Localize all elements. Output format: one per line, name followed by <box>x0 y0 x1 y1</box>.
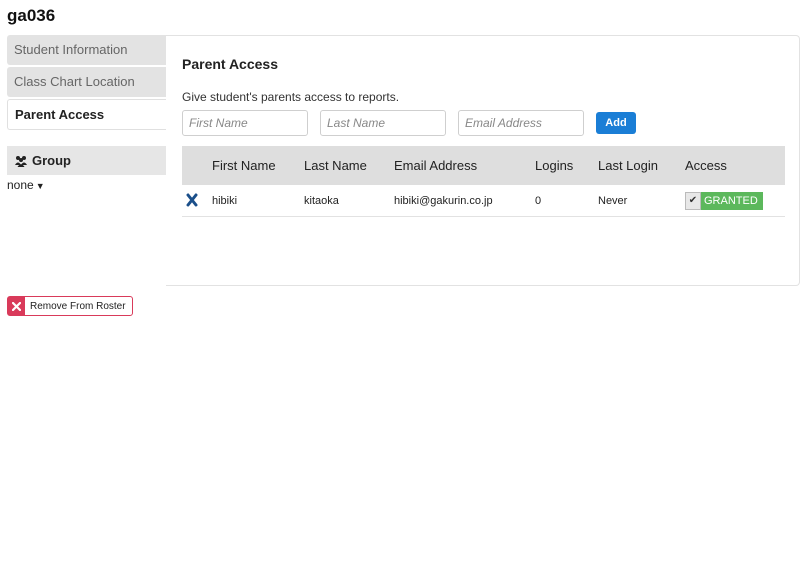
parent-access-panel: Parent Access Give student's parents acc… <box>166 35 800 286</box>
column-last-name: Last Name <box>304 158 367 173</box>
caret-down-icon: ▼ <box>35 181 45 191</box>
access-status-label: GRANTED <box>701 192 763 210</box>
column-last-login: Last Login <box>598 158 658 173</box>
email-input[interactable] <box>458 110 584 136</box>
access-toggle[interactable]: ✔ GRANTED <box>685 192 763 210</box>
panel-title: Parent Access <box>182 56 278 72</box>
table-row: hibiki kitaoka hibiki@gakurin.co.jp 0 Ne… <box>182 186 785 217</box>
group-header-label: Group <box>32 153 71 168</box>
cell-email: hibiki@gakurin.co.jp <box>394 195 493 207</box>
student-page: ga036 Student Information Class Chart Lo… <box>0 0 800 574</box>
checkbox-checked-icon: ✔ <box>685 192 701 210</box>
group-select-value: none <box>7 178 34 192</box>
student-id-title: ga036 <box>7 6 56 25</box>
close-icon <box>8 297 25 315</box>
cell-last-name: kitaoka <box>304 195 339 207</box>
student-nav-tabs: Student Information Class Chart Location… <box>7 35 166 132</box>
remove-from-roster-label: Remove From Roster <box>30 300 126 312</box>
panel-description: Give student's parents access to reports… <box>182 90 400 104</box>
first-name-input[interactable] <box>182 110 308 136</box>
add-parent-button[interactable]: Add <box>596 112 636 134</box>
column-logins: Logins <box>535 158 574 173</box>
cell-logins: 0 <box>535 195 542 207</box>
tab-student-information[interactable]: Student Information <box>7 35 166 65</box>
column-email-address: Email Address <box>394 158 478 173</box>
tab-parent-access[interactable]: Parent Access <box>7 99 166 130</box>
group-icon <box>14 148 28 177</box>
column-access: Access <box>685 158 727 173</box>
group-header: Group <box>7 146 166 175</box>
delete-parent-icon[interactable] <box>186 193 198 207</box>
parents-table-header: First Name Last Name Email Address Login… <box>182 146 785 185</box>
last-name-input[interactable] <box>320 110 446 136</box>
column-first-name: First Name <box>212 158 276 173</box>
cell-last-login: Never <box>598 195 628 207</box>
tab-class-chart-location[interactable]: Class Chart Location <box>7 67 166 97</box>
group-select[interactable]: none ▼ <box>7 178 45 192</box>
remove-from-roster-button[interactable]: Remove From Roster <box>7 296 133 316</box>
cell-first-name: hibiki <box>212 195 238 207</box>
